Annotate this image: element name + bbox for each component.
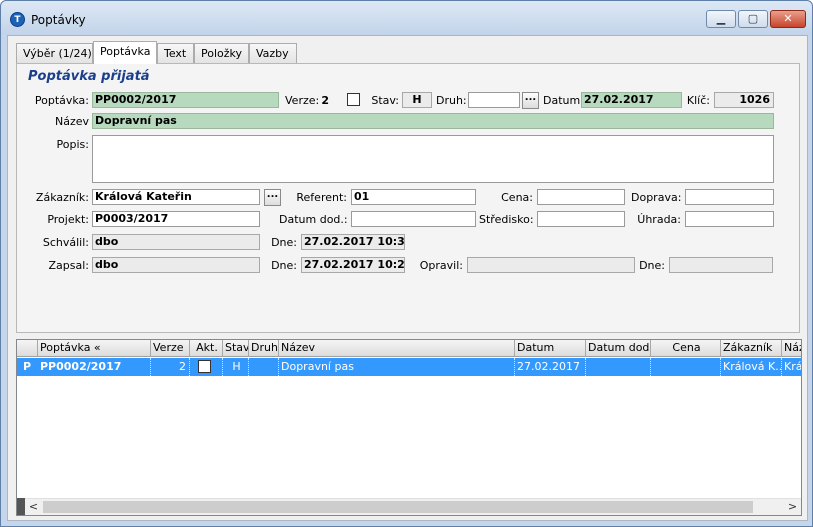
doprava-label: Doprava: [631,191,682,204]
minimize-button[interactable]: ▁ [706,10,736,28]
cell-nazev[interactable]: Dopravní pas [279,358,515,376]
stredisko-field[interactable] [537,211,625,227]
zakaznik-field[interactable]: Králová Kateřin [92,189,260,205]
tab-vyber[interactable]: Výběr (1/24) [16,43,93,63]
cell-druh[interactable] [249,358,279,376]
client-area: Výběr (1/24) Poptávka Text Položky Vazby… [7,35,808,521]
akt-checkbox[interactable] [198,360,211,373]
opravil-dne-field [669,257,773,273]
cena-field[interactable] [537,189,625,205]
datum-field[interactable]: 27.02.2017 [581,92,682,108]
poptavka-form: Poptávka přijatá Poptávka: PP0002/2017 V… [16,63,800,333]
druh-label: Druh: [436,94,467,107]
schvalil-dne-field: 27.02.2017 10:39:54 [301,234,405,250]
projekt-field[interactable]: P0003/2017 [92,211,260,227]
popis-textarea[interactable] [92,135,774,183]
column-header-naz[interactable]: Náz [782,340,801,357]
minimize-icon: ▁ [716,12,726,25]
close-button[interactable]: ✕ [770,10,806,28]
cell-zakaznik[interactable]: Králová K... [721,358,782,376]
column-header-verze[interactable]: Verze [151,340,190,357]
doprava-field[interactable] [685,189,774,205]
cell-cena[interactable] [651,358,721,376]
tab-text[interactable]: Text [157,43,194,63]
zakaznik-lookup-button[interactable]: ... [264,189,281,206]
column-header-datum[interactable]: Datum [515,340,586,357]
stav-field[interactable]: H [402,92,432,108]
maximize-button[interactable]: ▢ [738,10,768,28]
klic-label: Klíč: [686,94,710,107]
grid-header: Poptávka « Verze Akt. Stav Druh Název Da… [17,340,801,357]
cell-akt[interactable] [190,358,223,376]
poptavka-label: Poptávka: [34,94,89,107]
nazev-field[interactable]: Dopravní pas [92,113,774,129]
cena-label: Cena: [501,191,533,204]
cell-stav[interactable]: H [223,358,249,376]
verze-value: 2 [321,94,329,107]
nazev-label: Název [54,115,89,128]
tab-polozky[interactable]: Položky [194,43,249,63]
schvalil-field: dbo [92,234,260,250]
cell-datum[interactable]: 27.02.2017 [515,358,586,376]
schvalil-label: Schválil: [42,236,89,249]
column-header-stav[interactable]: Stav [223,340,249,357]
schvalil-dne-label: Dne: [271,236,297,249]
verze-label: Verze: [285,94,320,107]
cell-datum-dod[interactable] [586,358,651,376]
referent-field[interactable]: 01 [351,189,476,205]
datum-dod-label: Datum dod.: [279,213,348,226]
projekt-label: Projekt: [47,213,89,226]
column-header-zakaznik[interactable]: Zákazník [721,340,782,357]
title-bar[interactable]: T Poptávky ▁ ▢ ✕ [1,1,812,35]
column-header-poptavka[interactable]: Poptávka « [38,340,151,357]
table-row[interactable]: P PP0002/2017 2 H Dopravní pas 27.02.201… [17,358,801,376]
scroll-right-icon[interactable]: > [784,499,801,515]
column-header-datum-dod[interactable]: Datum dod. [586,340,651,357]
maximize-icon: ▢ [747,12,759,25]
opravil-dne-label: Dne: [639,259,665,272]
cell-verze[interactable]: 2 [151,358,190,376]
klic-field: 1026 [714,92,774,108]
uhrada-label: Úhrada: [637,213,681,226]
row-header-corner [17,498,25,515]
stav-label: Stav: [371,94,399,107]
zapsal-label: Zapsal: [48,259,90,272]
druh-lookup-button[interactable]: ... [522,92,539,109]
druh-field[interactable] [468,92,520,108]
column-header-cena[interactable]: Cena [651,340,721,357]
poptavka-field[interactable]: PP0002/2017 [92,92,279,108]
close-icon: ✕ [783,12,793,25]
section-title: Poptávka přijatá [28,69,150,84]
app-icon: T [10,12,25,27]
cell-poptavka[interactable]: PP0002/2017 [38,358,151,376]
zapsal-dne-label: Dne: [271,259,297,272]
poptavky-window: T Poptávky ▁ ▢ ✕ Výběr (1/24) Poptávka T… [0,0,813,527]
horizontal-scrollbar[interactable]: < > [25,498,801,515]
column-header-nazev[interactable]: Název [279,340,515,357]
uhrada-field[interactable] [685,211,774,227]
tab-poptavka[interactable]: Poptávka [93,41,157,64]
referent-label: Referent: [296,191,347,204]
popis-label: Popis: [56,138,89,151]
column-header-akt[interactable]: Akt. [190,340,223,357]
row-indicator: P [17,358,37,376]
column-header-druh[interactable]: Druh [249,340,279,357]
scroll-left-icon[interactable]: < [25,499,42,515]
zakaznik-label: Zákazník: [35,191,89,204]
tab-vazby[interactable]: Vazby [249,43,297,63]
datum-label: Datum: [543,94,584,107]
opravil-field [467,257,635,273]
aktivni-checkbox[interactable] [347,93,360,106]
stredisko-label: Středisko: [479,213,534,226]
window-title: Poptávky [31,13,86,27]
zapsal-dne-field: 27.02.2017 10:28:00 [301,257,405,273]
column-header-indicator [17,340,38,357]
poptavky-grid: Poptávka « Verze Akt. Stav Druh Název Da… [16,339,802,516]
opravil-label: Opravil: [419,259,463,272]
cell-naz[interactable]: Krá [782,358,801,376]
zapsal-field: dbo [92,257,260,273]
scroll-thumb[interactable] [43,501,753,513]
datum-dod-field[interactable] [351,211,476,227]
